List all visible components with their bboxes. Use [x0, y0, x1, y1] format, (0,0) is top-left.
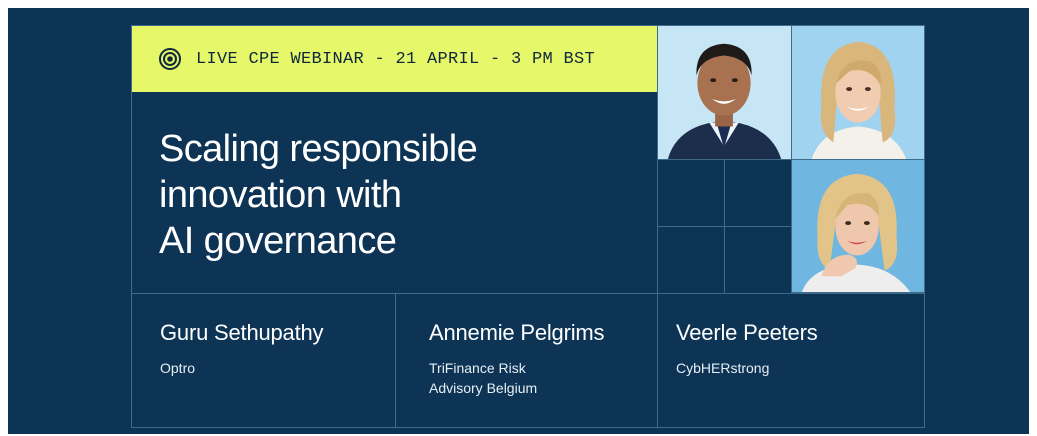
live-webinar-bar: LIVE CPE WEBINAR - 21 APRIL - 3 PM BST: [132, 26, 657, 92]
organization-line: Optro: [160, 360, 196, 376]
title-line: Scaling responsible: [159, 128, 478, 170]
grid-divider: [131, 293, 925, 294]
speaker-card-1: Guru Sethupathy Optro: [160, 320, 324, 378]
organization-line: CybHERstrong: [676, 360, 770, 376]
speaker-photo-annemie: [791, 25, 925, 160]
speaker-organization: Optro: [160, 358, 323, 378]
speaker-card-3: Veerle Peeters CybHERstrong: [676, 320, 818, 378]
speaker-name: Annemie Pelgrims: [429, 320, 605, 345]
speaker-card-2: Annemie Pelgrims TriFinance Risk Advisor…: [429, 320, 605, 398]
speaker-photo-guru: [657, 25, 792, 160]
title-line: innovation with: [159, 174, 402, 216]
organization-line: Advisory Belgium: [429, 380, 538, 396]
webinar-title: Scaling responsible innovation with AI g…: [159, 126, 599, 264]
speaker-name: Veerle Peeters: [676, 320, 818, 345]
webinar-banner: LIVE CPE WEBINAR - 21 APRIL - 3 PM BST S…: [8, 8, 1029, 434]
title-line: AI governance: [159, 220, 397, 262]
organization-line: TriFinance Risk: [429, 360, 526, 376]
speaker-photo-veerle: [791, 159, 925, 293]
live-webinar-label: LIVE CPE WEBINAR - 21 APRIL - 3 PM BST: [196, 49, 596, 69]
speaker-organization: TriFinance Risk Advisory Belgium: [429, 358, 604, 398]
grid-divider: [395, 293, 396, 428]
speaker-organization: CybHERstrong: [676, 358, 818, 378]
grid-divider: [657, 226, 791, 227]
broadcast-target-icon: [158, 47, 182, 71]
speaker-name: Guru Sethupathy: [160, 320, 324, 345]
